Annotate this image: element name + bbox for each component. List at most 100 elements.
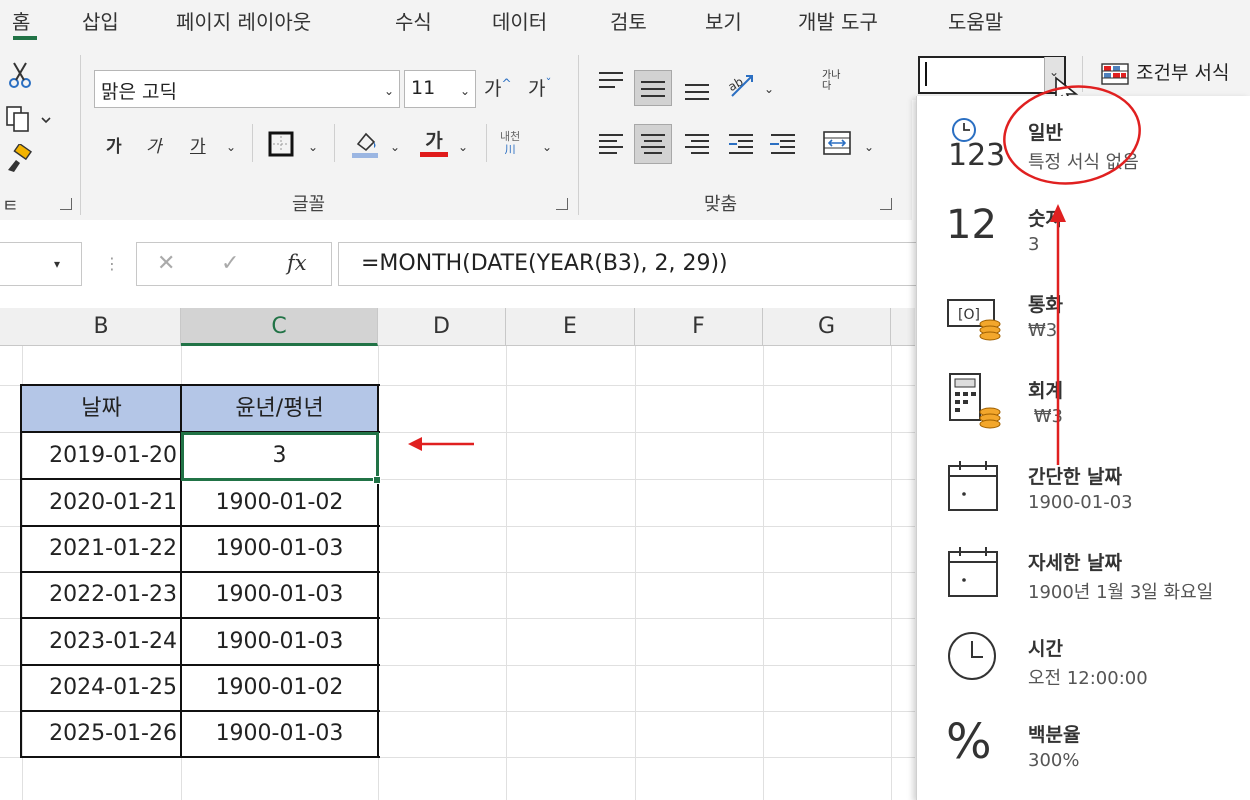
copy-icon[interactable]: [4, 104, 52, 134]
tab-formulas[interactable]: 수식: [395, 6, 432, 35]
text-cursor: [925, 62, 927, 86]
chevron-down-icon[interactable]: ⌄: [864, 140, 874, 154]
chevron-down-icon[interactable]: ⌄: [390, 140, 400, 154]
number-format-sample: 1900년 1월 3일 화요일: [1028, 582, 1214, 603]
align-right-icon[interactable]: [682, 128, 712, 158]
tab-view[interactable]: 보기: [705, 6, 742, 35]
decrease-indent-icon[interactable]: [726, 128, 756, 158]
grow-font-label: 가: [484, 78, 502, 100]
number-format-option-time[interactable]: 시간 오전 12:00:00: [916, 616, 1250, 702]
column-header-c[interactable]: C: [181, 308, 378, 346]
insert-function-button[interactable]: fx: [287, 251, 307, 275]
formula-input[interactable]: =MONTH(DATE(YEAR(B3), 2, 29)): [338, 242, 916, 286]
annotation-arrow-left: [408, 437, 474, 451]
font-size-value: 11: [411, 77, 436, 99]
align-bottom-icon[interactable]: [682, 74, 712, 104]
shrink-font-button[interactable]: 가ˇ: [528, 74, 551, 101]
tab-data[interactable]: 데이터: [492, 6, 547, 35]
percent-icon: %: [946, 714, 992, 770]
table-header-leap[interactable]: 윤년/평년: [181, 386, 378, 432]
grow-font-button[interactable]: 가^: [484, 74, 512, 101]
wrap-text-button[interactable]: 가나 다: [822, 70, 840, 92]
format-painter-icon[interactable]: [4, 142, 34, 174]
font-color-swatch: [420, 152, 448, 157]
font-name-field[interactable]: 맑은 고딕: [94, 70, 400, 108]
cancel-icon[interactable]: ✕: [157, 251, 175, 276]
font-name-value: 맑은 고딕: [101, 81, 177, 103]
fill-handle[interactable]: [373, 476, 381, 484]
number-format-sample: 1900-01-03: [1028, 492, 1133, 513]
table-cell[interactable]: 1900-01-02: [181, 665, 378, 711]
table-cell[interactable]: 2022-01-23: [22, 572, 181, 618]
chevron-down-icon[interactable]: ⌄: [460, 84, 470, 98]
tab-home[interactable]: 홈: [12, 6, 30, 35]
underline-button[interactable]: 가: [190, 132, 206, 157]
table-cell[interactable]: 2024-01-25: [22, 665, 181, 711]
tab-help[interactable]: 도움말: [948, 6, 1003, 35]
column-header-d[interactable]: D: [378, 308, 506, 346]
font-color-button[interactable]: 가: [420, 126, 448, 162]
table-cell[interactable]: 2023-01-24: [22, 619, 181, 665]
table-border: [20, 571, 380, 573]
table-cell[interactable]: 2020-01-21: [22, 480, 181, 526]
chevron-down-icon[interactable]: ⌄: [542, 140, 552, 154]
gridline: [635, 346, 636, 800]
table-cell[interactable]: 1900-01-03: [181, 711, 378, 757]
gridline: [891, 346, 892, 800]
table-cell[interactable]: 2019-01-20: [22, 433, 181, 479]
phonetic-button[interactable]: 내천 川: [500, 130, 520, 156]
chevron-down-icon[interactable]: ⌄: [226, 140, 236, 154]
chevron-down-icon[interactable]: ⌄: [458, 140, 468, 154]
table-border: [20, 384, 380, 386]
align-center-icon[interactable]: [634, 124, 672, 164]
table-cell[interactable]: 1900-01-03: [181, 572, 378, 618]
table-cell[interactable]: 1900-01-03: [181, 526, 378, 572]
tab-insert[interactable]: 삽입: [82, 6, 119, 35]
chevron-down-icon[interactable]: ⌄: [764, 82, 774, 96]
table-border: [20, 710, 380, 712]
bold-button[interactable]: 가: [106, 132, 122, 157]
align-middle-icon[interactable]: [634, 70, 672, 106]
tab-review[interactable]: 검토: [610, 6, 647, 35]
increase-indent-icon[interactable]: [768, 128, 798, 158]
cut-icon[interactable]: [6, 60, 34, 90]
align-left-icon[interactable]: [596, 128, 626, 158]
orientation-icon[interactable]: ab: [726, 70, 756, 100]
border-icon[interactable]: [266, 130, 296, 160]
column-header-f[interactable]: F: [635, 308, 763, 346]
number-format-sample: 300%: [1028, 750, 1080, 771]
gridline: [506, 346, 507, 800]
table-border: [20, 664, 380, 666]
column-header-g[interactable]: G: [763, 308, 891, 346]
table-cell[interactable]: 2025-01-26: [22, 711, 181, 757]
font-color-label: 가: [425, 130, 443, 152]
tab-page-layout[interactable]: 페이지 레이아웃: [176, 6, 311, 35]
tab-developer[interactable]: 개발 도구: [798, 6, 878, 35]
clock-icon: [946, 628, 1002, 688]
table-cell[interactable]: 1900-01-02: [181, 480, 378, 526]
clock-123-icon: 123: [946, 114, 1006, 174]
chevron-down-icon[interactable]: ⌄: [308, 140, 318, 154]
number-format-option-long-date[interactable]: 자세한 날짜 1900년 1월 3일 화요일: [916, 530, 1250, 616]
clipboard-dialog-launcher[interactable]: [60, 198, 72, 210]
number-format-option-percent[interactable]: % 백분율 300%: [916, 702, 1250, 788]
alignment-dialog-launcher[interactable]: [880, 198, 892, 210]
gridline: [763, 346, 764, 800]
wrap-text-label: 가나 다: [822, 70, 841, 92]
enter-icon[interactable]: ✓: [221, 251, 239, 276]
table-header-date[interactable]: 날짜: [22, 386, 181, 432]
font-dialog-launcher[interactable]: [556, 198, 568, 210]
italic-button[interactable]: 가: [146, 132, 162, 157]
align-top-icon[interactable]: [596, 66, 626, 96]
fill-color-icon[interactable]: [350, 128, 380, 160]
name-box[interactable]: ▾: [0, 242, 82, 286]
merge-center-icon[interactable]: [822, 128, 852, 158]
table-cell[interactable]: 1900-01-03: [181, 619, 378, 665]
column-header-e[interactable]: E: [506, 308, 635, 346]
conditional-formatting-label: 조건부 서식: [1136, 62, 1230, 84]
column-header-b[interactable]: B: [22, 308, 181, 346]
table-cell[interactable]: 2021-01-22: [22, 526, 181, 572]
chevron-down-icon[interactable]: ⌄: [384, 84, 394, 98]
chevron-down-icon[interactable]: ▾: [54, 257, 60, 271]
number-12-icon: 12: [946, 202, 997, 248]
